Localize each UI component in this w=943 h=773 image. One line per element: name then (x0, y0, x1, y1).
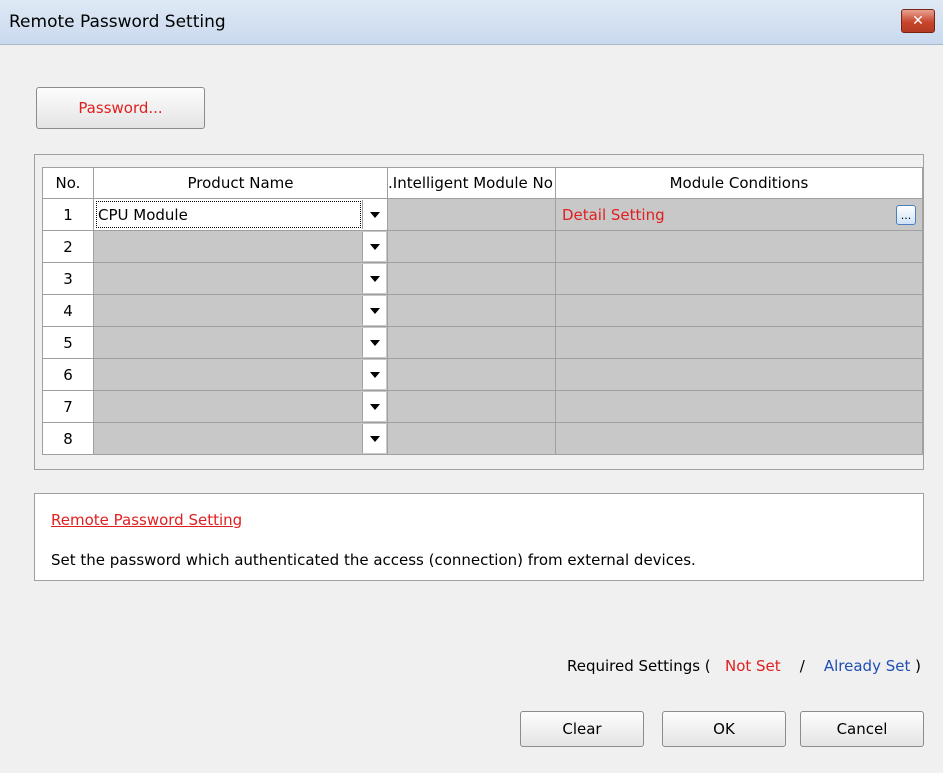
chevron-down-icon (369, 307, 380, 314)
chevron-down-icon (369, 275, 380, 282)
module-conditions-cell (554, 294, 923, 327)
module-table-panel: No. Product Name Intelligent Module No. … (34, 154, 924, 470)
table-row: 7 (42, 390, 923, 423)
dropdown-button[interactable] (362, 232, 386, 261)
product-name-select[interactable] (93, 326, 388, 359)
dropdown-button[interactable] (362, 360, 386, 389)
product-name-select[interactable]: CPU Module (93, 198, 388, 231)
chevron-down-icon (369, 211, 380, 218)
table-header-row: No. Product Name Intelligent Module No. … (42, 167, 923, 199)
close-icon: ✕ (912, 13, 924, 29)
table-row: 2 (42, 230, 923, 263)
description-text: Set the password which authenticated the… (51, 551, 696, 569)
row-number: 4 (42, 294, 94, 327)
product-name-select[interactable] (93, 262, 388, 295)
header-module-conditions: Module Conditions (554, 167, 923, 199)
description-title-link[interactable]: Remote Password Setting (51, 511, 242, 529)
dropdown-button[interactable] (362, 296, 386, 325)
intelligent-module-no-cell (387, 422, 556, 455)
chevron-down-icon (369, 371, 380, 378)
header-product-name: Product Name (93, 167, 388, 199)
already-set-label: Already Set (823, 657, 911, 675)
module-conditions-cell (554, 262, 923, 295)
chevron-down-icon (369, 403, 380, 410)
dropdown-button[interactable] (362, 200, 386, 229)
dropdown-button[interactable] (362, 264, 386, 293)
chevron-down-icon (369, 339, 380, 346)
not-set-label: Not Set (724, 657, 781, 675)
header-intelligent-module-no: Intelligent Module No. (387, 167, 556, 199)
title-bar: Remote Password Setting ✕ (0, 0, 943, 45)
header-no: No. (42, 167, 94, 199)
intelligent-module-no-cell (387, 326, 556, 359)
product-name-select[interactable] (93, 294, 388, 327)
table-row: 8 (42, 422, 923, 455)
product-name-select[interactable] (93, 230, 388, 263)
required-settings-legend: Required Settings ( Not Set / Already Se… (567, 657, 921, 675)
row-number: 1 (42, 198, 94, 231)
dropdown-button[interactable] (362, 424, 386, 453)
detail-setting-label: Detail Setting (561, 206, 665, 224)
chevron-down-icon (369, 243, 380, 250)
required-prefix: Required Settings ( (566, 657, 711, 675)
close-button[interactable]: ✕ (901, 9, 935, 33)
row-number: 8 (42, 422, 94, 455)
intelligent-module-no-cell (387, 390, 556, 423)
row-number: 5 (42, 326, 94, 359)
window-title: Remote Password Setting (9, 12, 226, 32)
table-row: 5 (42, 326, 923, 359)
table-row: 6 (42, 358, 923, 391)
intelligent-module-no-cell (387, 198, 556, 231)
legend-separator: / (799, 657, 805, 675)
clear-button[interactable]: Clear (520, 711, 644, 747)
module-table: No. Product Name Intelligent Module No. … (42, 167, 923, 455)
cancel-button[interactable]: Cancel (800, 711, 924, 747)
intelligent-module-no-cell (387, 262, 556, 295)
product-name-select[interactable] (93, 358, 388, 391)
description-panel: Remote Password Setting Set the password… (34, 493, 924, 581)
password-button[interactable]: Password... (36, 87, 205, 129)
module-conditions-cell: Detail Setting... (554, 198, 923, 231)
table-row: 1 CPU Module Detail Setting... (42, 198, 923, 231)
ok-button[interactable]: OK (662, 711, 786, 747)
intelligent-module-no-cell (387, 294, 556, 327)
intelligent-module-no-cell (387, 230, 556, 263)
required-suffix: ) (915, 657, 921, 675)
table-row: 3 (42, 262, 923, 295)
product-name-select[interactable] (93, 422, 388, 455)
module-conditions-cell (554, 390, 923, 423)
module-conditions-cell (554, 326, 923, 359)
row-number: 3 (42, 262, 94, 295)
detail-setting-button[interactable]: ... (895, 205, 916, 225)
row-number: 2 (42, 230, 94, 263)
chevron-down-icon (369, 435, 380, 442)
module-conditions-cell (554, 230, 923, 263)
product-name-value: CPU Module (98, 206, 188, 224)
row-number: 7 (42, 390, 94, 423)
intelligent-module-no-cell (387, 358, 556, 391)
row-number: 6 (42, 358, 94, 391)
product-name-select[interactable] (93, 390, 388, 423)
dropdown-button[interactable] (362, 328, 386, 357)
module-conditions-cell (554, 422, 923, 455)
dropdown-button[interactable] (362, 392, 386, 421)
table-row: 4 (42, 294, 923, 327)
module-conditions-cell (554, 358, 923, 391)
